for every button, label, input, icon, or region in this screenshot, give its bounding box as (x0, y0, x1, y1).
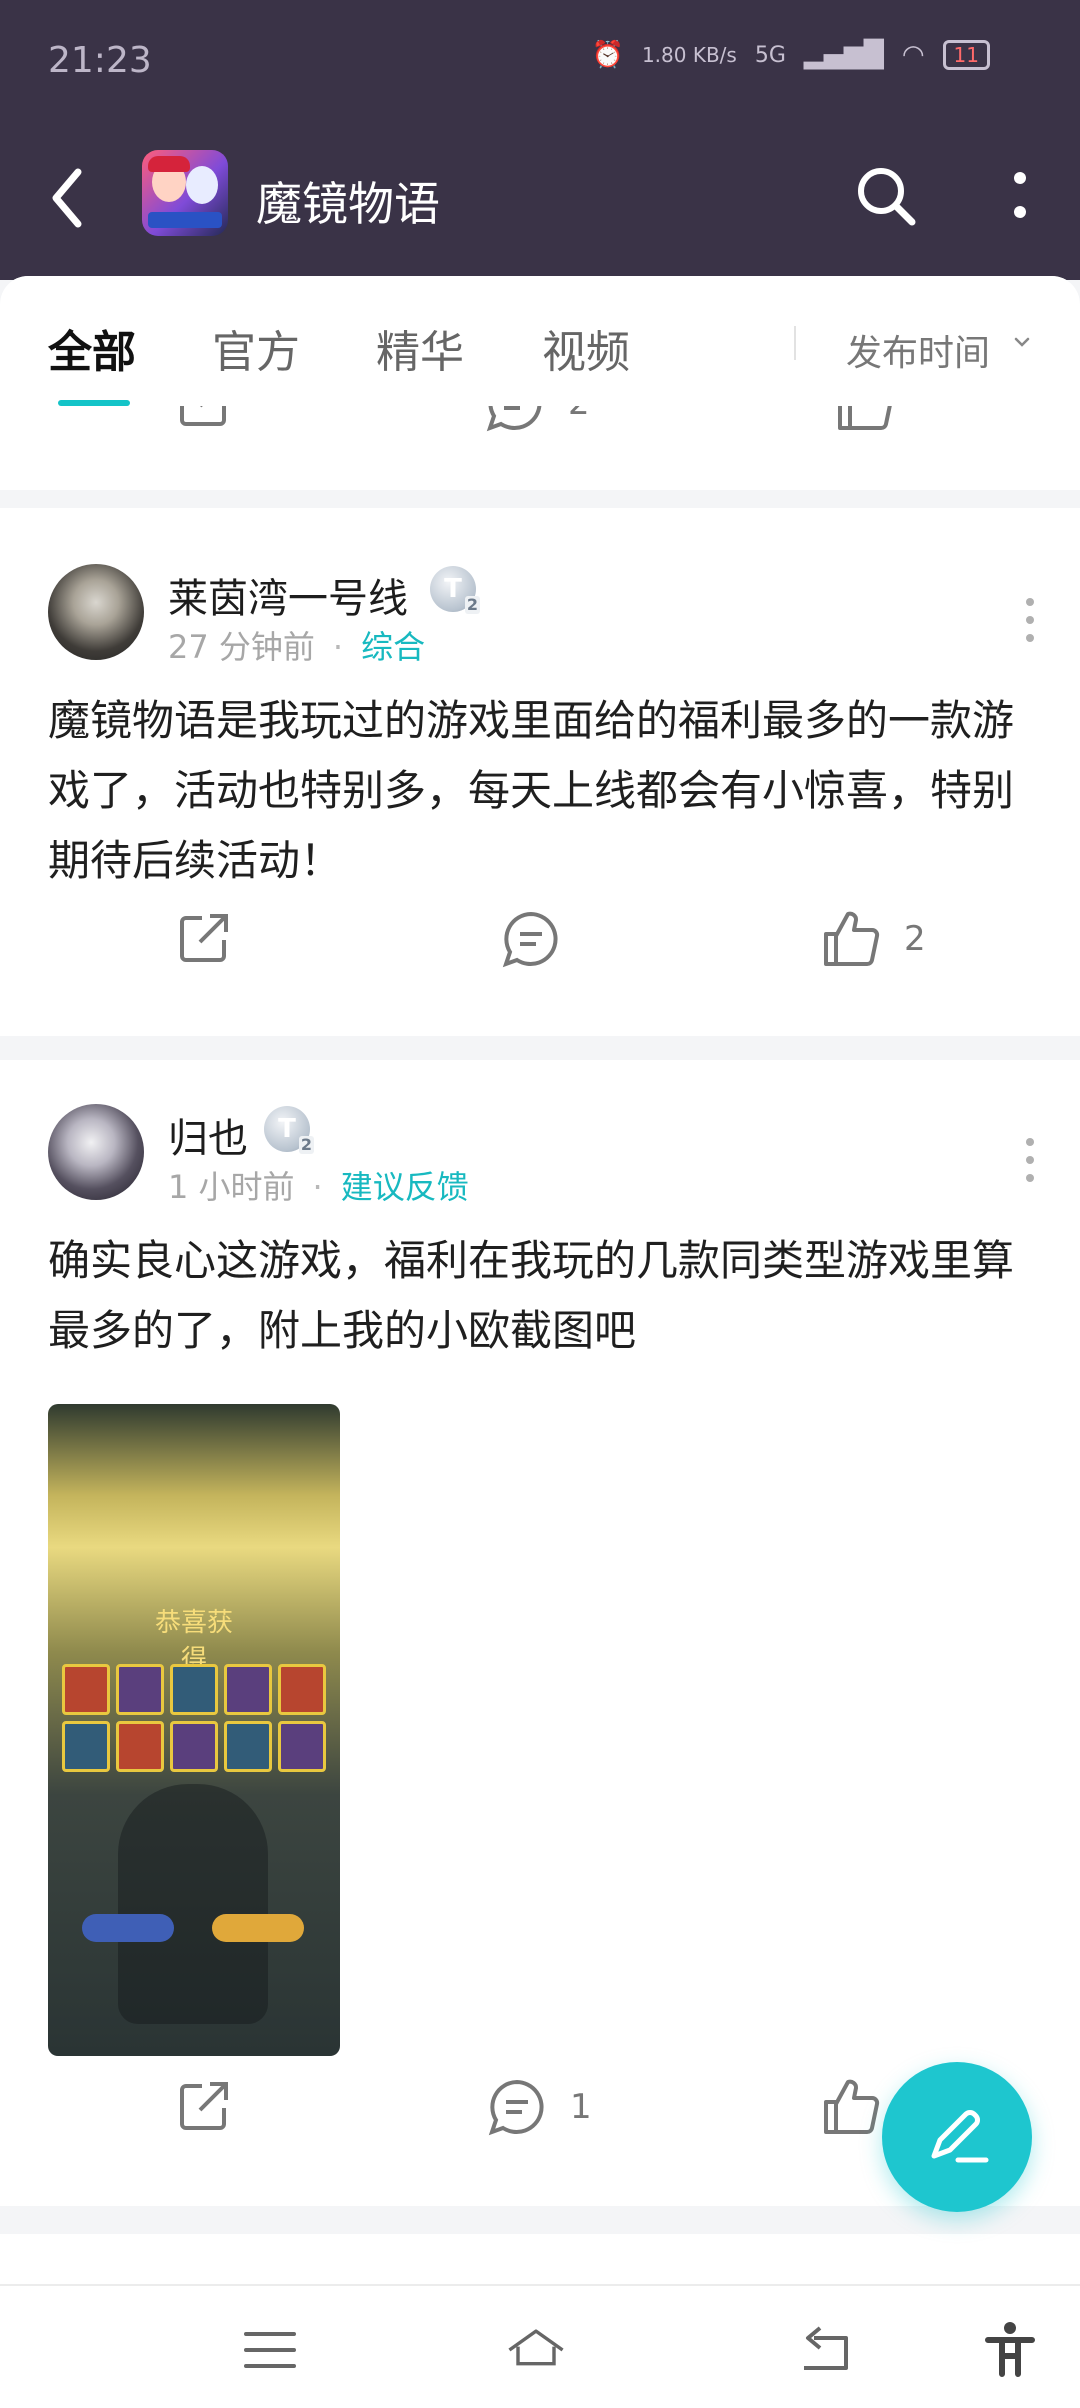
post-time: 27 分钟前 (168, 628, 315, 666)
post-meta: 1 小时前 · 建议反馈 (168, 1162, 469, 1208)
back-icon[interactable] (794, 2320, 854, 2380)
network-label: 5G (754, 42, 786, 68)
net-speed: 1.80 KB/s (641, 43, 737, 67)
post-text[interactable]: 确实良心这游戏，福利在我玩的几款同类型游戏里算最多的了，附上我的小欧截图吧 (48, 1226, 1032, 1366)
tab-all[interactable]: 全部 (48, 316, 136, 380)
tab-bar: 全部 官方 精华 视频 发布时间 (0, 276, 1080, 406)
sort-label: 发布时间 (846, 333, 991, 374)
alarm-icon: ⏰ (591, 40, 624, 70)
share-icon (180, 2082, 228, 2130)
post-card (0, 2234, 1080, 2284)
level-badge: T 2 (264, 1106, 314, 1154)
share-button[interactable] (174, 908, 234, 968)
post-actions: 2 (0, 406, 1080, 462)
comment-button[interactable]: 1 (486, 2076, 592, 2138)
wifi-icon: ◠ (901, 40, 925, 70)
post-card: 2 (0, 406, 1080, 490)
status-bar: 21:23 ⏰ 1.80 KB/s 5G ▂▄▆█ ◠ 11 (0, 0, 1080, 120)
compose-icon (931, 2110, 989, 2163)
avatar[interactable] (48, 1104, 144, 1200)
post-text[interactable]: 魔镜物语是我玩过的游戏里面给的福利最多的一款游戏了，活动也特别多，每天上线都会有… (48, 686, 1032, 896)
share-icon (180, 914, 228, 962)
search-icon (858, 168, 916, 226)
tab-official[interactable]: 官方 (212, 316, 300, 380)
post-category[interactable]: 建议反馈 (341, 1168, 469, 1206)
compose-button[interactable] (882, 2062, 1032, 2212)
comment-icon (486, 406, 542, 432)
page-title: 魔镜物语 (256, 177, 440, 231)
search-button[interactable] (852, 162, 920, 230)
more-vertical-icon[interactable] (1020, 590, 1040, 650)
chevron-down-icon (1014, 337, 1030, 347)
like-button[interactable] (820, 2076, 882, 2138)
thumbs-up-icon (824, 911, 880, 966)
image-banner-text: 恭喜获得 (154, 1608, 233, 1675)
thumbs-up-icon (824, 2079, 880, 2134)
chevron-left-icon (52, 168, 82, 228)
post-card: 归也 T 2 1 小时前 · 建议反馈 确实良心这游戏，福利在我玩的几款同类型游戏里… (0, 1060, 1080, 2206)
system-nav-bar (0, 2284, 1080, 2408)
like-count: 2 (904, 919, 926, 959)
signal-icon: ▂▄▆█ (803, 40, 884, 70)
share-button[interactable] (174, 406, 234, 432)
avatar[interactable] (48, 564, 144, 660)
post-actions: 2 (0, 908, 1080, 998)
comment-count: 1 (570, 2087, 592, 2127)
meta-dot: · (312, 1168, 323, 1206)
share-icon (180, 406, 226, 426)
share-button[interactable] (174, 2076, 234, 2136)
more-vertical-icon[interactable] (1020, 1130, 1040, 1190)
post-meta: 27 分钟前 · 综合 (168, 622, 425, 668)
username[interactable]: 莱茵湾一号线 (168, 566, 408, 624)
comment-icon (502, 911, 558, 968)
level-number: 2 (464, 595, 480, 614)
level-letter: T (444, 574, 462, 604)
battery-level: 11 (953, 43, 979, 67)
comment-icon (488, 2079, 544, 2136)
level-letter: T (278, 1114, 296, 1144)
accessibility-icon[interactable] (980, 2320, 1040, 2380)
status-icons: ⏰ 1.80 KB/s 5G ▂▄▆█ ◠ 11 (592, 40, 990, 70)
app-header: 魔镜物语 (0, 120, 1080, 280)
like-button[interactable]: 2 (820, 908, 926, 970)
post-card: 莱茵湾一号线 T 2 27 分钟前 · 综合 魔镜物语是我玩过的游戏里面给的福利最多… (0, 508, 1080, 1036)
post-image[interactable]: 恭喜获得 (48, 1404, 340, 2056)
post-time: 1 小时前 (168, 1168, 295, 1206)
level-badge: T 2 (430, 566, 480, 614)
menu-icon[interactable] (240, 2320, 300, 2380)
meta-dot: · (332, 628, 344, 666)
battery-icon: 11 (942, 40, 990, 70)
status-time: 21:23 (48, 40, 152, 81)
like-button[interactable] (834, 406, 896, 434)
more-options-button[interactable] (1008, 162, 1032, 230)
comment-button[interactable]: 2 (484, 406, 590, 434)
tab-video[interactable]: 视频 (542, 316, 630, 380)
sort-dropdown[interactable]: 发布时间 (846, 324, 990, 376)
comment-button[interactable] (500, 908, 562, 970)
game-logo[interactable] (142, 150, 228, 236)
tab-featured[interactable]: 精华 (376, 316, 464, 380)
username[interactable]: 归也 (168, 1106, 248, 1164)
level-number: 2 (298, 1135, 314, 1154)
back-button[interactable] (44, 158, 94, 238)
main-content: 全部 官方 精华 视频 发布时间 2 (0, 276, 1080, 2284)
comment-count: 2 (568, 406, 590, 423)
more-vertical-icon (1014, 172, 1026, 218)
tab-divider (794, 326, 796, 360)
post-category[interactable]: 综合 (361, 628, 425, 666)
home-icon[interactable] (506, 2320, 566, 2380)
thumbs-up-icon (838, 406, 892, 430)
